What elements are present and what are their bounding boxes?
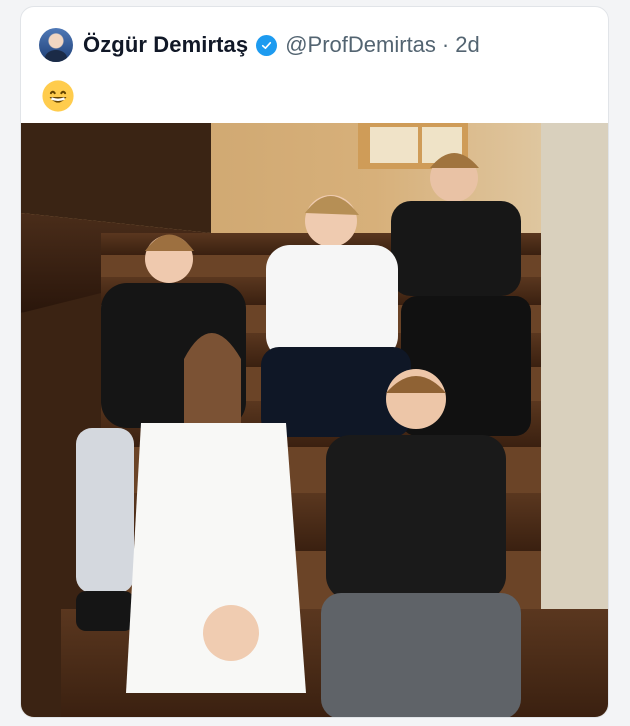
photo-window-pane [370, 127, 418, 163]
author-name[interactable]: Özgür Demirtaş [83, 32, 248, 58]
verified-badge-icon [256, 34, 278, 56]
tweet-text-emoji [41, 79, 75, 113]
tweet-timestamp[interactable]: 2d [455, 32, 479, 58]
tweet-card[interactable]: Özgür Demirtaş @ProfDemirtas · 2d [20, 6, 609, 718]
author-avatar[interactable] [39, 28, 73, 62]
meta-separator: · [441, 32, 450, 57]
tweet-header: Özgür Demirtaş @ProfDemirtas · 2d [39, 25, 480, 65]
tweet-photo[interactable] [21, 123, 609, 718]
author-handle[interactable]: @ProfDemirtas [285, 32, 436, 58]
